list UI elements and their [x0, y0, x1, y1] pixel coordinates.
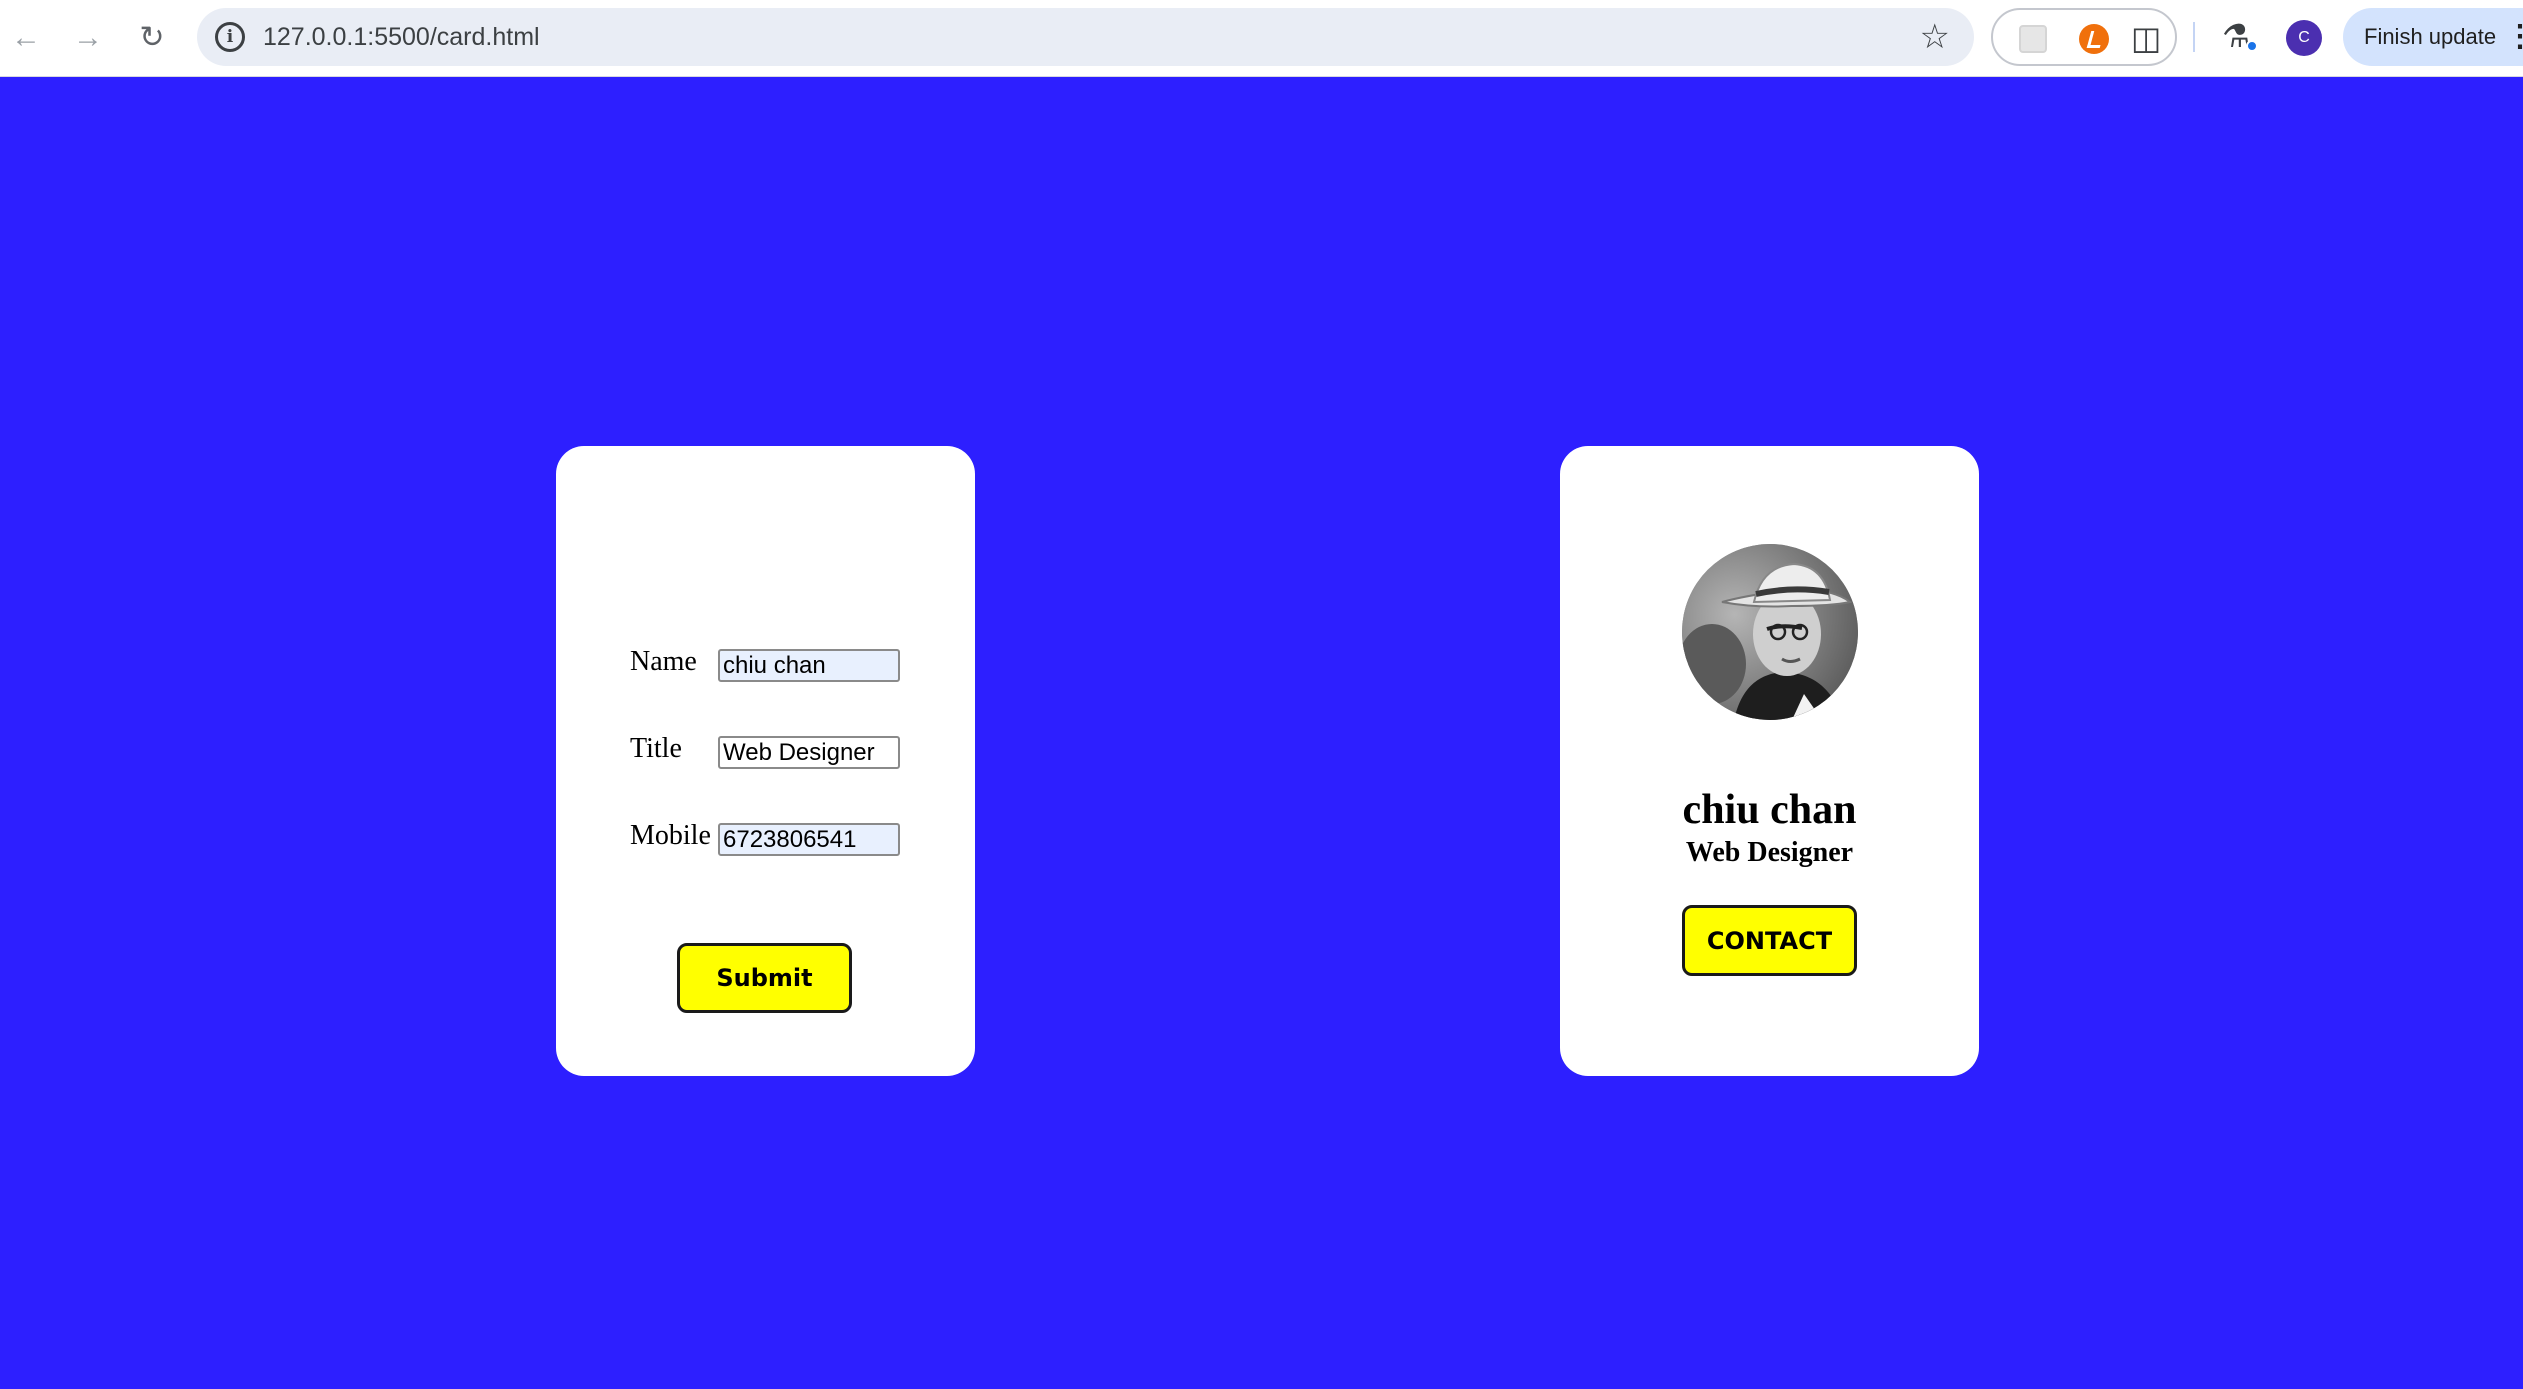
finish-update-button[interactable]: Finish update ⋮	[2343, 8, 2523, 66]
extension-icon[interactable]	[2019, 25, 2047, 53]
browser-toolbar: ← → ↻ i 127.0.0.1:5500/card.html ☆ ◫ ⚗ C…	[0, 0, 2523, 77]
back-arrow-icon[interactable]: ←	[0, 12, 52, 64]
form-card: Name Title Mobile Submit	[556, 446, 975, 1076]
url-text[interactable]: 127.0.0.1:5500/card.html	[263, 8, 540, 66]
profile-avatar[interactable]: C	[2286, 20, 2322, 56]
extension-orange-icon[interactable]	[2079, 24, 2109, 54]
mobile-label: Mobile	[630, 820, 711, 851]
address-bar[interactable]: i 127.0.0.1:5500/card.html ☆	[197, 8, 1974, 66]
profile-photo	[1682, 544, 1858, 720]
puzzle-icon[interactable]: ◫	[2131, 18, 2161, 58]
contact-button[interactable]: CONTACT	[1682, 905, 1857, 976]
title-input[interactable]	[718, 736, 900, 769]
toolbar-divider	[2193, 22, 2195, 52]
profile-card: chiu chan Web Designer CONTACT	[1560, 446, 1979, 1076]
mobile-input[interactable]	[718, 823, 900, 856]
name-input[interactable]	[718, 649, 900, 682]
extensions-group: ◫	[1991, 8, 2177, 66]
title-label: Title	[630, 733, 682, 764]
bookmark-star-icon[interactable]: ☆	[1920, 15, 1950, 59]
profile-title: Web Designer	[1685, 837, 1854, 868]
site-info-icon[interactable]: i	[215, 22, 245, 52]
forward-arrow-icon[interactable]: →	[62, 12, 114, 64]
submit-button[interactable]: Submit	[677, 943, 852, 1013]
notification-dot	[2246, 40, 2258, 52]
reload-icon[interactable]: ↻	[126, 12, 178, 64]
finish-update-label: Finish update	[2364, 24, 2497, 49]
profile-name: chiu chan	[1682, 787, 1857, 833]
menu-kebab-icon[interactable]: ⋮	[2505, 8, 2523, 66]
name-label: Name	[630, 646, 697, 677]
